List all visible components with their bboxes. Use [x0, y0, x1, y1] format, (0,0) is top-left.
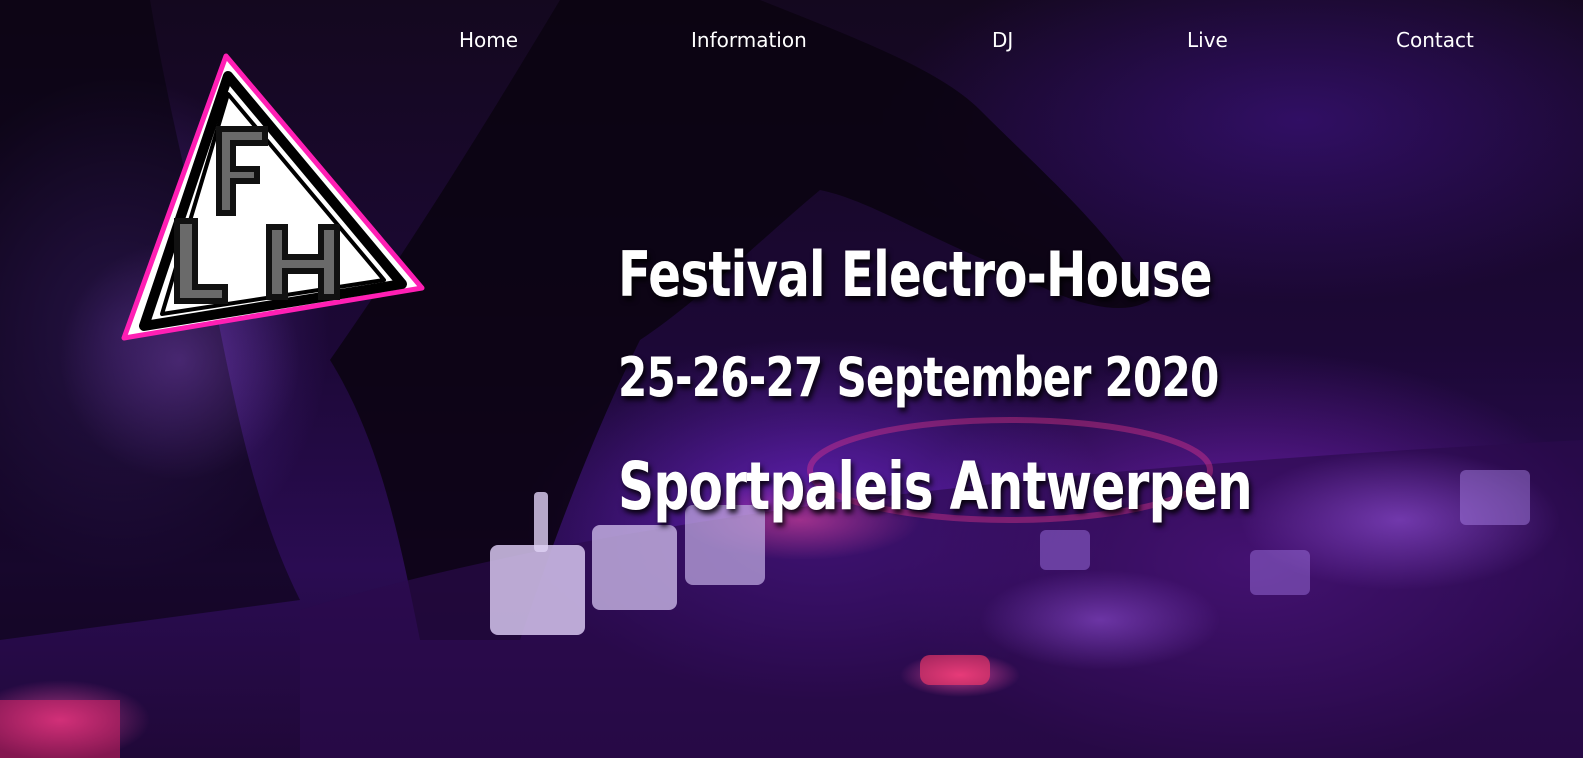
nav-home-link[interactable]: Home [459, 24, 518, 56]
main-nav: Home Information DJ Live Contact [0, 24, 1583, 56]
festival-title: Festival Electro-House [618, 238, 1213, 311]
festival-logo[interactable] [118, 48, 430, 348]
festival-venue: Sportpaleis Antwerpen [618, 448, 1253, 525]
festival-dates: 25-26-27 September 2020 [618, 346, 1219, 409]
nav-information-link[interactable]: Information [691, 24, 807, 56]
nav-dj-link[interactable]: DJ [992, 24, 1013, 56]
hero-section: Home Information DJ Live Contact Festiva… [0, 0, 1583, 758]
nav-live-link[interactable]: Live [1187, 24, 1228, 56]
nav-contact-link[interactable]: Contact [1396, 24, 1474, 56]
